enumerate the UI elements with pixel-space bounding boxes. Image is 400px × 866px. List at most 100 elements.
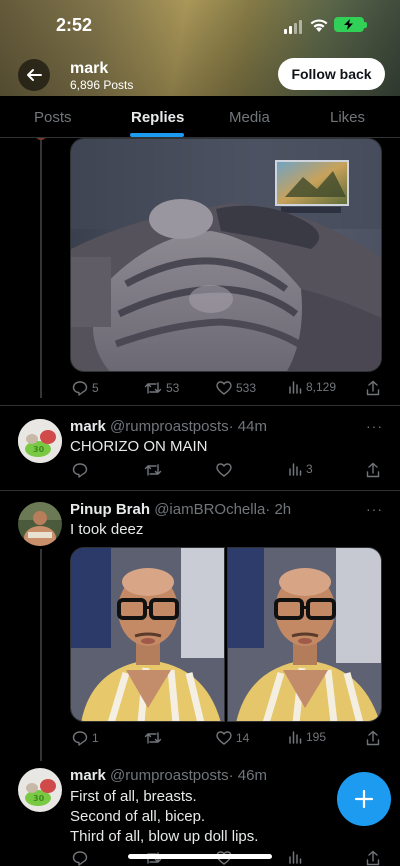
author-handle[interactable]: @rumproastposts: [110, 767, 229, 784]
signal-icon: [284, 20, 302, 34]
author-handle[interactable]: @iamBROchella: [154, 501, 265, 518]
post-time: · 2h: [265, 501, 292, 518]
like-icon: [216, 731, 232, 745]
author-name[interactable]: mark: [70, 418, 106, 435]
share-icon: [366, 850, 380, 866]
post-header: mark @rumproastposts· 44m: [70, 418, 267, 435]
reply-icon: [72, 731, 88, 746]
tab-media[interactable]: Media: [229, 109, 270, 126]
like-count: 14: [236, 731, 250, 745]
post-image[interactable]: [70, 138, 382, 372]
status-bar: 2:52: [0, 0, 400, 54]
post-text: First of all, breasts. Second of all, bi…: [70, 787, 258, 847]
reply-icon: [72, 851, 88, 866]
post-text: CHORIZO ON MAIN: [70, 438, 208, 455]
views-icon: [289, 381, 302, 394]
thread-line: [40, 549, 42, 761]
svg-text:30: 30: [33, 794, 45, 803]
post-time: · 46m: [228, 767, 267, 784]
like-icon: [216, 463, 232, 477]
views-button[interactable]: 3: [288, 462, 313, 476]
post-actions: 1 14 195: [70, 730, 384, 750]
views-count: 3: [306, 462, 313, 476]
profile-tabs: Posts Replies Media Likes: [0, 96, 400, 138]
tab-posts[interactable]: Posts: [34, 109, 72, 126]
reply-count: 5: [92, 381, 99, 395]
repost-icon: [144, 732, 162, 744]
like-button[interactable]: 14: [216, 730, 249, 746]
post-text-line: Second of all, bicep.: [70, 808, 206, 825]
profile-header: mark 6,896 Posts Follow back: [0, 56, 400, 96]
avatar-image: 30: [18, 768, 62, 812]
avatar-image: [18, 502, 62, 546]
selfie-photo: [71, 548, 224, 721]
avatar-image: 30: [18, 419, 62, 463]
reply-icon: [72, 381, 88, 396]
active-tab-indicator: [130, 133, 184, 137]
follow-back-button[interactable]: Follow back: [278, 58, 385, 90]
repost-icon: [144, 464, 162, 476]
bed-photo: [71, 139, 381, 371]
views-button[interactable]: 195: [288, 730, 326, 744]
views-count: 8,129: [306, 380, 337, 394]
thread-line: [40, 138, 42, 398]
status-time: 2:52: [56, 15, 93, 35]
share-icon: [366, 730, 380, 746]
home-indicator: [128, 854, 272, 859]
views-button[interactable]: 8,129: [288, 380, 336, 394]
share-button[interactable]: [366, 730, 380, 746]
post-time: · 44m: [228, 418, 267, 435]
more-options-button[interactable]: ···: [366, 501, 383, 517]
battery-charging-icon: [334, 17, 367, 32]
like-icon: [216, 381, 232, 395]
profile-post-count: 6,896 Posts: [70, 78, 134, 92]
views-count: 195: [306, 730, 327, 744]
author-handle[interactable]: @rumproastposts: [110, 418, 229, 435]
back-button[interactable]: [18, 59, 50, 91]
reply-button[interactable]: 5: [72, 380, 99, 396]
views-button[interactable]: [288, 850, 302, 864]
reply-button[interactable]: [72, 462, 88, 478]
repost-button[interactable]: [144, 730, 162, 746]
author-name[interactable]: mark: [70, 767, 106, 784]
avatar[interactable]: 30: [18, 419, 62, 463]
post-text: I took deez: [70, 521, 144, 538]
compose-plus-icon: [354, 789, 374, 809]
avatar[interactable]: 30: [18, 768, 62, 812]
post-actions: 3: [70, 462, 384, 482]
like-button[interactable]: [216, 462, 232, 478]
share-button[interactable]: [366, 462, 380, 478]
repost-icon: [144, 382, 162, 394]
back-arrow-icon: [27, 69, 42, 81]
compose-button[interactable]: [337, 772, 391, 826]
post-image[interactable]: [70, 547, 225, 722]
avatar[interactable]: [18, 502, 62, 546]
profile-name: mark: [70, 60, 109, 77]
post-actions: 5 53 533 8,129: [70, 380, 384, 400]
share-icon: [366, 380, 380, 396]
share-button[interactable]: [366, 850, 380, 866]
svg-text:30: 30: [33, 445, 45, 454]
repost-button[interactable]: 53: [144, 380, 179, 396]
post-text-line: Third of all, blow up doll lips.: [70, 828, 259, 845]
like-count: 533: [236, 381, 257, 395]
post-divider: [0, 405, 400, 406]
wifi-icon: [310, 19, 328, 32]
post-header: Pinup Brah @iamBROchella· 2h: [70, 501, 291, 518]
repost-button[interactable]: [144, 462, 162, 478]
reply-icon: [72, 463, 88, 478]
views-icon: [289, 463, 302, 476]
selfie-photo: [228, 548, 381, 721]
post-text-line: First of all, breasts.: [70, 788, 197, 805]
author-name[interactable]: Pinup Brah: [70, 501, 150, 518]
reply-button[interactable]: [72, 850, 88, 866]
tab-replies[interactable]: Replies: [131, 109, 184, 126]
more-options-button[interactable]: ···: [366, 418, 383, 434]
tab-likes[interactable]: Likes: [330, 109, 365, 126]
post-image[interactable]: [227, 547, 382, 722]
reply-button[interactable]: 1: [72, 730, 99, 746]
share-button[interactable]: [366, 380, 380, 396]
reply-count: 1: [92, 731, 99, 745]
post-divider: [0, 490, 400, 491]
like-button[interactable]: 533: [216, 380, 256, 396]
